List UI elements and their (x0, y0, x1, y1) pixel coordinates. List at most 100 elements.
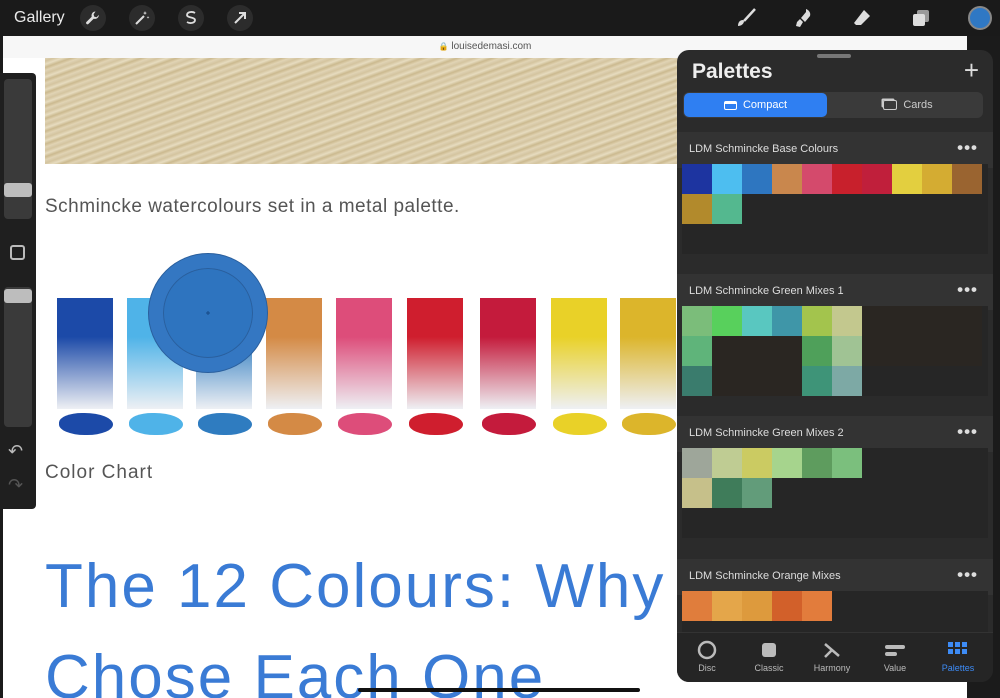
palette-swatch[interactable] (922, 448, 952, 478)
palette-swatch[interactable] (772, 336, 802, 366)
current-color-swatch[interactable] (968, 6, 992, 30)
tab-classic[interactable]: Classic (739, 639, 799, 673)
smudge-icon[interactable] (790, 5, 816, 31)
classic-square-icon (739, 639, 799, 661)
palette-swatch[interactable] (832, 448, 862, 478)
wood-texture-image (45, 58, 685, 164)
selection-icon[interactable] (178, 5, 204, 31)
palette-swatch[interactable] (892, 336, 922, 366)
palette-swatch[interactable] (742, 448, 772, 478)
layers-icon[interactable] (908, 5, 934, 31)
palette-swatch[interactable] (802, 448, 832, 478)
palette-swatch[interactable] (952, 448, 982, 478)
color-chart-swatch (480, 298, 536, 409)
more-options-icon[interactable]: ••• (957, 565, 978, 585)
compact-tab[interactable]: Compact (684, 93, 827, 117)
palette-swatch[interactable] (742, 478, 772, 508)
palette-swatch[interactable] (682, 478, 712, 508)
palette-swatch[interactable] (952, 306, 982, 336)
palette-swatch[interactable] (712, 306, 742, 336)
opacity-slider[interactable] (4, 287, 32, 427)
brush-size-slider[interactable] (4, 79, 32, 219)
palette-swatch[interactable] (952, 164, 982, 194)
palette-swatch[interactable] (892, 448, 922, 478)
palette-swatch[interactable] (922, 306, 952, 336)
plus-icon[interactable]: + (964, 57, 979, 83)
palette-swatch[interactable] (892, 306, 922, 336)
palette-swatch[interactable] (772, 448, 802, 478)
left-sidebar: ↶ ↷ (0, 73, 36, 509)
brush-size-handle[interactable] (4, 183, 32, 197)
palette-swatch[interactable] (772, 164, 802, 194)
palette-swatch[interactable] (832, 306, 862, 336)
tab-disc[interactable]: Disc (677, 639, 737, 673)
palette-header[interactable]: LDM Schmincke Green Mixes 1 ••• (677, 274, 993, 310)
palette-swatch[interactable] (712, 478, 742, 508)
wrench-icon[interactable] (80, 5, 106, 31)
palette-swatch[interactable] (922, 164, 952, 194)
palette-swatch[interactable] (922, 336, 952, 366)
palette-swatch[interactable] (682, 591, 712, 621)
palette-swatch[interactable] (832, 336, 862, 366)
palette-swatch[interactable] (952, 336, 982, 366)
palette-swatch[interactable] (862, 336, 892, 366)
more-options-icon[interactable]: ••• (957, 138, 978, 158)
palette-swatch[interactable] (772, 366, 802, 396)
palette-name: LDM Schmincke Base Colours (689, 143, 839, 155)
palette-swatch[interactable] (802, 366, 832, 396)
palette-swatch[interactable] (892, 164, 922, 194)
tab-palettes[interactable]: Palettes (928, 639, 988, 673)
palette-header[interactable]: LDM Schmincke Green Mixes 2 ••• (677, 416, 993, 452)
palette-swatch[interactable] (832, 164, 862, 194)
palette-swatch[interactable] (742, 366, 772, 396)
tab-label: Disc (698, 663, 716, 673)
more-options-icon[interactable]: ••• (957, 422, 978, 442)
tab-value[interactable]: Value (865, 639, 925, 673)
more-options-icon[interactable]: ••• (957, 280, 978, 300)
palette-swatch[interactable] (742, 336, 772, 366)
palette-swatch[interactable] (682, 448, 712, 478)
palette-header[interactable]: LDM Schmincke Base Colours ••• (677, 132, 993, 168)
palette-swatch[interactable] (682, 306, 712, 336)
cards-tab[interactable]: Cards (834, 93, 982, 117)
palette-swatch[interactable] (682, 336, 712, 366)
color-picker-loupe[interactable] (149, 254, 267, 372)
palette-swatch[interactable] (712, 591, 742, 621)
transform-arrow-icon[interactable] (227, 5, 253, 31)
palette-swatch[interactable] (772, 306, 802, 336)
palette-swatch[interactable] (742, 164, 772, 194)
palette-swatch[interactable] (682, 194, 712, 224)
palette-swatch[interactable] (802, 306, 832, 336)
gallery-button[interactable]: Gallery (14, 9, 65, 27)
tab-harmony[interactable]: Harmony (802, 639, 862, 673)
palette-header[interactable]: LDM Schmincke Orange Mixes ••• (677, 559, 993, 595)
square-modify-icon[interactable] (10, 245, 25, 260)
undo-icon[interactable]: ↶ (8, 441, 23, 462)
opacity-handle[interactable] (4, 289, 32, 303)
eraser-icon[interactable] (849, 5, 875, 31)
palette-swatch[interactable] (712, 336, 742, 366)
palette-swatch[interactable] (742, 591, 772, 621)
palette-swatch[interactable] (712, 366, 742, 396)
palette-swatch[interactable] (712, 448, 742, 478)
palette-swatch[interactable] (802, 591, 832, 621)
palette-swatch[interactable] (712, 164, 742, 194)
palette-swatch[interactable] (682, 164, 712, 194)
lock-icon: 🔒 (438, 42, 449, 51)
redo-icon[interactable]: ↷ (8, 475, 23, 496)
palette-swatch[interactable] (862, 448, 892, 478)
palette-swatch[interactable] (802, 336, 832, 366)
brush-icon[interactable] (733, 5, 759, 31)
palette-swatch[interactable] (832, 366, 862, 396)
palette-swatch[interactable] (862, 164, 892, 194)
cards-label: Cards (903, 99, 933, 111)
palette-swatch[interactable] (712, 194, 742, 224)
palette-swatch[interactable] (862, 306, 892, 336)
palette-swatch[interactable] (742, 306, 772, 336)
palette-swatch[interactable] (802, 164, 832, 194)
panel-grabber[interactable] (817, 54, 851, 58)
palette-swatch[interactable] (772, 591, 802, 621)
harmony-icon (802, 639, 862, 661)
magic-wand-icon[interactable] (129, 5, 155, 31)
palette-swatch[interactable] (682, 366, 712, 396)
